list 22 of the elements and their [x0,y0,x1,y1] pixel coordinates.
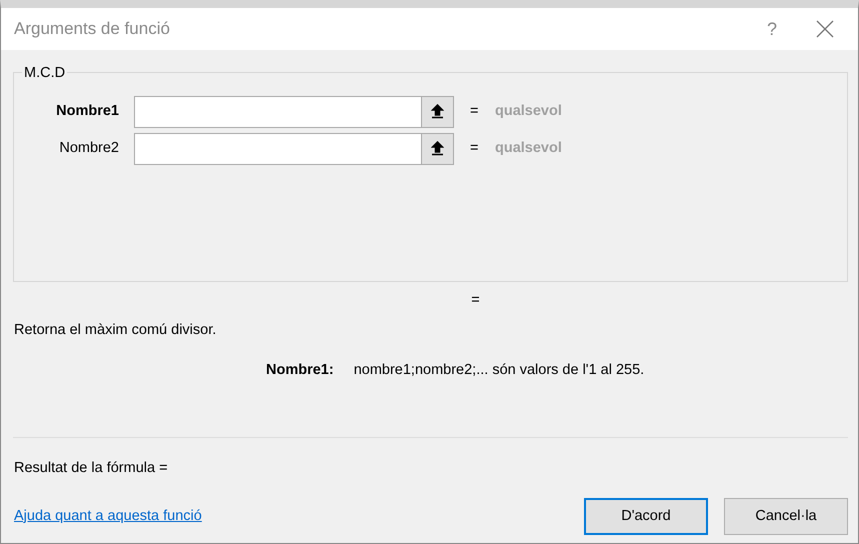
formula-result: Resultat de la fórmula = [14,459,169,478]
collapse-button[interactable] [421,96,453,126]
dialog-button[interactable]: Cancel·la [724,498,848,535]
argument-label: Nombre2 [58,138,119,158]
function-description: Retorna el màxim comú divisor. [14,320,218,340]
help-link[interactable]: Ajuda quant a aquesta funció [14,506,568,528]
window-title: Arguments de funció [14,18,171,40]
argument-label: Nombre1 [55,102,119,121]
arrow-up-icon [431,104,444,119]
equals-sign: = [470,138,480,158]
arrow-up-icon [431,141,444,156]
argument-field[interactable] [134,96,454,128]
argument-description: nombre1;nombre2;... són valors de l'1 al 255. [354,360,644,380]
argument-name: Nombre1: [266,360,334,380]
result-equals: = [470,291,481,310]
collapse-button[interactable] [421,134,453,164]
argument-value: qualsevol [495,138,562,158]
equals-sign: = [470,102,480,121]
close-icon[interactable] [816,20,834,38]
dialog-button[interactable]: D'acord [584,498,708,535]
argument-value: qualsevol [495,102,562,121]
argument-field[interactable] [134,132,454,164]
